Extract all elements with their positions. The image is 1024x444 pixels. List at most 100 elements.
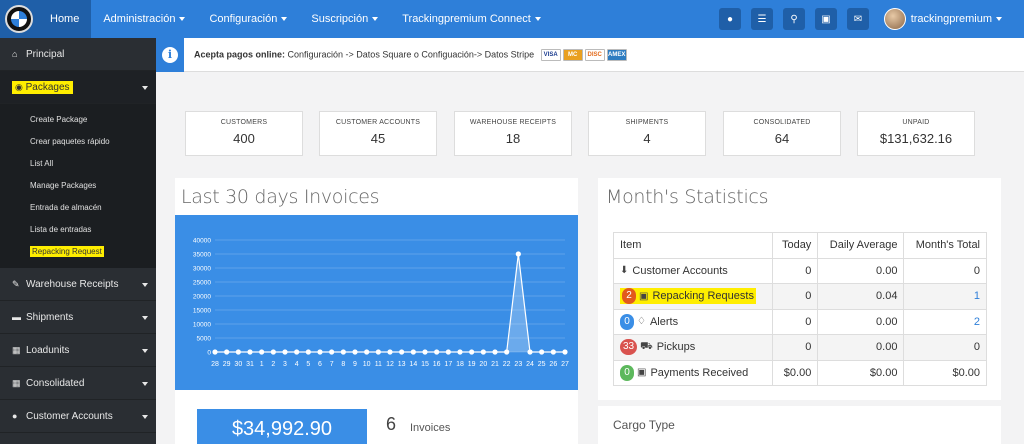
nav-configuracion[interactable]: Configuración <box>197 0 299 38</box>
chart-xtick-label: 31 <box>246 361 254 368</box>
chevron-down-icon <box>179 17 186 21</box>
submenu-crear-paquetes-rapido[interactable]: Crear paquetes rápido <box>0 130 156 152</box>
top-icon-group: ● ☰ ⚲ ▣ ✉ <box>714 0 874 38</box>
submenu-list-all[interactable]: List All <box>0 152 156 174</box>
chart-xtick-label: 13 <box>398 361 406 368</box>
mastercard-icon: MC <box>562 48 583 61</box>
sidebar-item-consolidated[interactable]: ▦ Consolidated <box>0 367 156 400</box>
chart-point <box>259 349 265 355</box>
nav-administracion[interactable]: Administración <box>91 0 197 38</box>
chart-xtick-label: 25 <box>538 361 546 368</box>
search-icon[interactable]: ⚲ <box>783 8 805 30</box>
stat-warehouse-receipts[interactable]: WAREHOUSE RECEIPTS 18 <box>454 111 572 156</box>
sidebar-item-principal[interactable]: ⌂ Principal <box>0 38 156 71</box>
stat-shipments[interactable]: SHIPMENTS 4 <box>588 111 706 156</box>
sidebar-item-shipments[interactable]: ▬ Shipments <box>0 301 156 334</box>
chart-point <box>527 349 533 355</box>
submenu-lista-entradas[interactable]: Lista de entradas <box>0 218 156 240</box>
submenu-entrada-almacen[interactable]: Entrada de almacén <box>0 196 156 218</box>
submenu-create-package[interactable]: Create Package <box>0 108 156 130</box>
card-logos: VISA MC DISC AMEX <box>540 48 629 61</box>
table-row: 0 ♢ Alerts 0 0.00 2 <box>612 308 987 335</box>
user-menu[interactable]: trackingpremium <box>883 0 1002 38</box>
count-badge: 2 <box>622 288 636 305</box>
money-icon[interactable]: ▣ <box>815 8 837 30</box>
tag-icon: ◉ <box>15 81 23 92</box>
payment-notice: i Acepta pagos online: Configuración -> … <box>156 37 1024 72</box>
chart-point <box>317 349 323 355</box>
chart-point <box>235 349 241 355</box>
chart-ytick-label: 10000 <box>193 322 211 329</box>
sidebar-item-warehouse-receipts[interactable]: ✎ Warehouse Receipts <box>0 268 156 301</box>
total-link[interactable]: 2 <box>903 308 987 335</box>
chart-ytick-label: 40000 <box>193 238 211 245</box>
globe-icon[interactable]: ● <box>719 8 741 30</box>
chart-ytick-label: 5000 <box>197 336 212 343</box>
stat-consolidated[interactable]: CONSOLIDATED 64 <box>723 111 841 156</box>
total-link[interactable]: 1 <box>903 283 987 310</box>
chart-xtick-label: 9 <box>353 361 357 368</box>
chart-point <box>410 349 416 355</box>
chart-point <box>375 349 381 355</box>
chart-xtick-label: 14 <box>409 361 417 368</box>
chevron-down-icon <box>142 349 148 353</box>
download-icon: ⬇ <box>620 265 629 277</box>
cargo-type-title: Cargo Type <box>613 418 675 432</box>
chart-point <box>515 251 521 257</box>
stat-customers[interactable]: CUSTOMERS 400 <box>185 111 303 156</box>
envelope-icon[interactable]: ✉ <box>847 8 869 30</box>
chart-point <box>364 349 370 355</box>
list-icon[interactable]: ☰ <box>751 8 773 30</box>
highlight-mark: 2 ▣ Repacking Requests <box>620 288 756 305</box>
nav-suscripcion[interactable]: Suscripción <box>299 0 390 38</box>
count-badge: 0 <box>620 364 634 381</box>
top-navbar: Home Administración Configuración Suscri… <box>0 0 1024 38</box>
chart-xtick-label: 12 <box>386 361 394 368</box>
chart-xtick-label: 27 <box>561 361 569 368</box>
chart-ytick-label: 35000 <box>193 252 211 259</box>
table-header-row: Item Today Daily Average Month's Total <box>612 232 987 259</box>
chart-xtick-label: 24 <box>526 361 534 368</box>
chart-point <box>270 349 276 355</box>
chart-point <box>480 349 486 355</box>
packages-submenu: Create Package Crear paquetes rápido Lis… <box>0 104 156 268</box>
brand-logo[interactable] <box>0 0 38 38</box>
stat-customer-accounts[interactable]: CUSTOMER ACCOUNTS 45 <box>319 111 437 156</box>
submenu-repacking-request[interactable]: Repacking Request <box>0 240 156 262</box>
count-badge: 0 <box>620 313 634 330</box>
chart-xtick-label: 4 <box>295 361 299 368</box>
sidebar-item-packages[interactable]: ◉ Packages <box>0 71 156 104</box>
chart-ytick-label: 20000 <box>193 294 211 301</box>
chart-xtick-label: 11 <box>375 361 382 368</box>
chart-xtick-label: 16 <box>433 361 441 368</box>
invoices-chart-svg: 0 5000 10000 15000 20000 25000 30000 35000 40000… <box>193 238 569 369</box>
chevron-down-icon <box>996 17 1002 21</box>
sidebar-item-customer-accounts[interactable]: ● Customer Accounts <box>0 400 156 433</box>
stat-unpaid[interactable]: UNPAID $131,632.16 <box>857 111 975 156</box>
chart-xtick-label: 21 <box>491 361 499 368</box>
chevron-down-icon <box>142 316 148 320</box>
chart-point <box>422 349 428 355</box>
chart-xtick-label: 29 <box>223 361 231 368</box>
chart-xtick-label: 5 <box>306 361 310 368</box>
chart-xtick-label: 19 <box>468 361 476 368</box>
sidebar-item-loadunits[interactable]: ▦ Loadunits <box>0 334 156 367</box>
submenu-manage-packages[interactable]: Manage Packages <box>0 174 156 196</box>
invoices-total-button[interactable]: $34,992.90 <box>197 409 367 444</box>
invoices-count-label: Invoices <box>410 422 451 434</box>
card-icon: ▬ <box>12 312 21 322</box>
col-daily-average: Daily Average <box>817 232 905 259</box>
visa-card-icon: VISA <box>540 48 561 61</box>
nav-trackingpremium-connect[interactable]: Trackingpremium Connect <box>390 0 553 38</box>
nav-home[interactable]: Home <box>38 0 92 38</box>
chart-xtick-label: 8 <box>341 361 345 368</box>
month-stats-title: Month's Statistics <box>606 186 769 208</box>
sidebar: ⌂ Principal ◉ Packages Create Package Cr… <box>0 38 156 444</box>
chart-xtick-label: 20 <box>479 361 487 368</box>
chart-xtick-label: 7 <box>330 361 334 368</box>
chart-xtick-label: 26 <box>549 361 557 368</box>
chevron-down-icon <box>372 17 379 21</box>
chevron-down-icon <box>534 17 541 21</box>
amex-card-icon: AMEX <box>606 48 627 61</box>
chart-point <box>224 349 230 355</box>
